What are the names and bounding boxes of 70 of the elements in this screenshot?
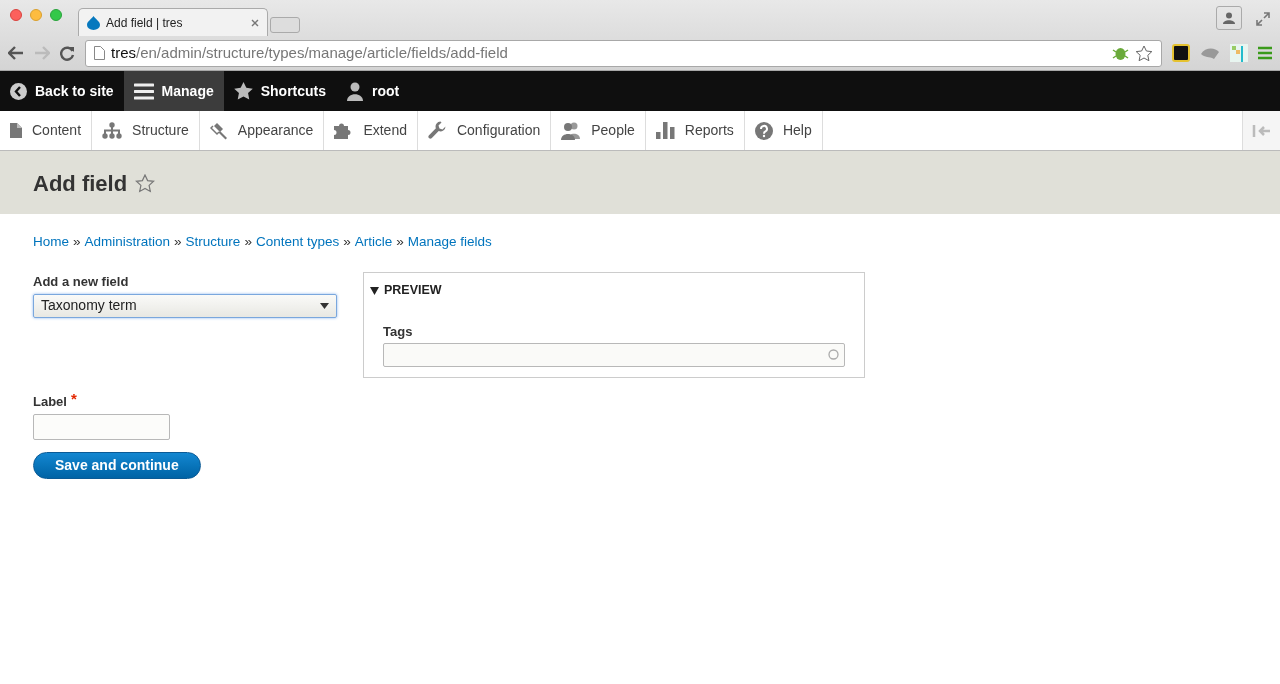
shortcut-star-icon[interactable] [135,174,156,193]
arrow-to-bar-icon [1251,123,1272,138]
field-label: Add a new field [33,273,130,292]
bug-icon[interactable] [1112,45,1129,61]
tab-title: Add field | tres [106,14,184,32]
tray-menu-item[interactable]: Structure [92,111,200,150]
field-label: Label [33,393,67,412]
preview-legend[interactable]: PREVIEW [384,281,442,300]
breadcrumb-separator: » [174,233,182,251]
breadcrumb-separator: » [244,233,252,251]
wrench-icon [427,121,447,140]
zoom-window-icon[interactable] [50,9,62,21]
tray-menu-item[interactable]: People [551,111,646,150]
help-icon [754,121,773,140]
collapse-triangle-icon[interactable] [370,286,379,295]
breadcrumb-link[interactable]: Manage fields [407,232,492,253]
page-icon [94,46,105,60]
orientation-toggle[interactable] [1242,111,1280,150]
breadcrumb-link[interactable]: Article [354,232,393,253]
toolbar-tab[interactable]: Manage [123,71,224,111]
breadcrumb-separator: » [73,233,81,251]
back-circle-icon [10,82,27,100]
extension-icon[interactable] [1172,44,1190,62]
field-type-select[interactable]: Taxonomy term [33,293,337,318]
browser-tab[interactable]: Add field | tres [78,8,268,36]
throbber-icon [828,349,839,360]
breadcrumb-link[interactable]: Administration [84,232,171,253]
bar-chart-icon [655,122,675,139]
breadcrumb-separator: » [396,233,404,251]
breadcrumb-link[interactable]: Home [33,232,69,253]
close-tab-icon[interactable] [251,18,259,27]
fullscreen-icon[interactable] [1256,12,1270,26]
dropdown-arrow-icon [320,302,329,309]
tray-menu-item[interactable]: Extend [324,111,418,150]
sitemap-icon [102,122,123,139]
page-title: Add field [33,170,128,198]
tray-menu-item[interactable]: Help [744,111,823,150]
profile-button[interactable] [1216,6,1242,30]
breadcrumb-separator: » [343,233,351,251]
toolbar-tab[interactable]: Back to site [0,71,124,111]
person-icon [1223,12,1235,24]
reload-icon[interactable] [60,45,75,61]
user-icon [346,81,365,101]
bookmark-star-icon[interactable] [1135,44,1153,62]
address-bar[interactable]: tres/en/admin/structure/types/manage/article/fields/add-field [85,39,1162,67]
label-input-field[interactable] [33,413,170,440]
tray-menu-item[interactable]: Content [0,111,93,150]
menu-icon[interactable] [1258,46,1272,60]
required-mark: * [70,392,77,407]
paintbrush-icon [209,121,228,140]
minimize-window-icon[interactable] [30,9,42,21]
toolbar-tab[interactable]: root [336,71,410,111]
star-icon [233,82,253,100]
tray-menu-item[interactable]: Configuration [417,111,552,150]
breadcrumb-link[interactable]: Content types [255,232,340,253]
field-label: Tags [383,323,414,341]
people-icon [561,121,582,140]
close-window-icon[interactable] [10,9,22,21]
back-arrow-icon[interactable] [8,46,24,60]
tray-menu-item[interactable]: Appearance [199,111,325,150]
drop-icon [87,15,100,30]
toolbar-tab[interactable]: Shortcuts [223,71,337,111]
url-text: tres/en/admin/structure/types/manage/article/fields/add-field [111,42,509,63]
breadcrumb-link[interactable]: Structure [185,232,241,253]
save-and-continue-button[interactable]: Save and continue [33,451,201,479]
tags-autocomplete-field[interactable] [383,342,845,367]
tray-menu-item[interactable]: Reports [645,111,745,150]
document-icon [10,123,22,138]
new-tab-button[interactable] [270,17,300,33]
menu-icon [133,82,154,100]
